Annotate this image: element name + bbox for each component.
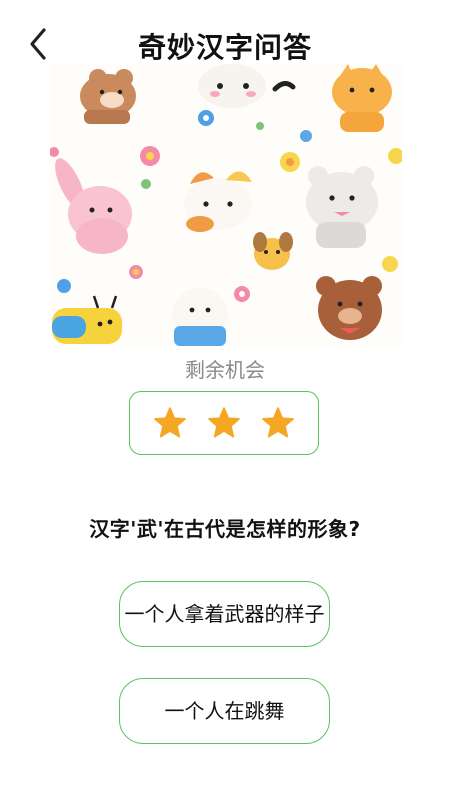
header: 奇妙汉字问答: [0, 0, 450, 64]
calico-cat-illustration: [184, 171, 252, 232]
star-icon: [154, 407, 186, 438]
question-text: 汉字'武'在古代是怎样的形象?: [89, 517, 361, 541]
answer-option-button[interactable]: 一个人拿着武器的样子: [119, 581, 330, 647]
chick-illustration: [172, 288, 228, 346]
star-icon: [208, 407, 240, 438]
banner-illustration: [50, 64, 402, 346]
brown-bear-illustration: [316, 276, 382, 340]
dog-illustration: [253, 232, 293, 270]
cat-illustration: [198, 64, 296, 108]
bear-illustration: [80, 69, 136, 124]
answer-option-label: 一个人在跳舞: [164, 699, 285, 723]
star-icon: [262, 407, 294, 438]
grey-bear-illustration: [306, 166, 378, 248]
bee-illustration: [52, 295, 122, 344]
bunny-illustration: [55, 158, 132, 254]
remaining-chances-stars: [129, 391, 319, 455]
answer-option-label: 一个人拿着武器的样子: [124, 602, 325, 626]
answer-option-button[interactable]: 一个人在跳舞: [119, 678, 330, 744]
page-title: 奇妙汉字问答: [137, 31, 312, 64]
remaining-chances-label: 剩余机会: [185, 358, 265, 382]
cute-animals-illustration: [50, 64, 402, 346]
orange-cat-illustration: [332, 64, 392, 132]
